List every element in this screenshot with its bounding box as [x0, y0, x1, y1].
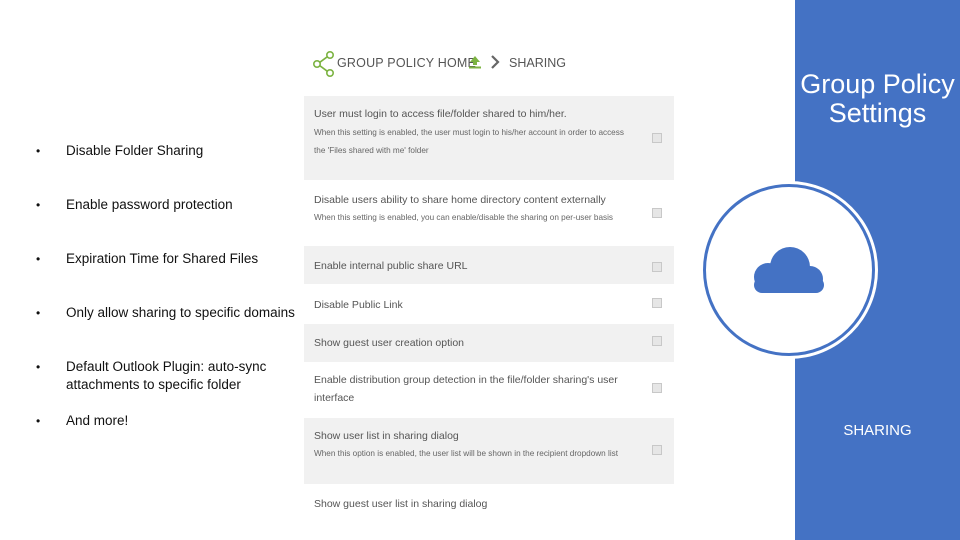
- bullet-marker: •: [36, 414, 41, 428]
- setting-row: Enable distribution group detection in t…: [304, 364, 674, 416]
- setting-description: the 'Files shared with me' folder: [314, 146, 429, 155]
- setting-title: Show user list in sharing dialog: [314, 430, 459, 442]
- setting-checkbox[interactable]: [652, 383, 662, 393]
- setting-title: Disable Public Link: [314, 299, 403, 311]
- setting-title: User must login to access file/folder sh…: [314, 108, 567, 120]
- setting-row: User must login to access file/folder sh…: [304, 96, 674, 182]
- setting-row: Show guest user creation option: [304, 324, 674, 364]
- setting-checkbox[interactable]: [652, 336, 662, 346]
- setting-row: Disable Public Link: [304, 286, 674, 324]
- upload-icon[interactable]: [468, 55, 482, 69]
- setting-checkbox[interactable]: [652, 262, 662, 272]
- section-heading: Group Policy Settings: [795, 70, 960, 128]
- cloud-badge: [703, 184, 875, 356]
- list-item-text: Only allow sharing to specific domains: [66, 305, 295, 320]
- bullet-marker: •: [36, 252, 41, 266]
- settings-screenshot: GROUP POLICY HOME SHARING User must logi…: [304, 36, 676, 540]
- setting-title: Show guest user creation option: [314, 337, 465, 349]
- setting-checkbox[interactable]: [652, 133, 662, 143]
- setting-description: When this option is enabled, the user li…: [314, 449, 619, 458]
- list-item-text: And more!: [66, 413, 129, 428]
- breadcrumb-current: SHARING: [509, 56, 566, 70]
- setting-description: When this setting is enabled, the user m…: [314, 128, 624, 137]
- share-icon: [312, 50, 335, 77]
- list-item-text: Enable password protection: [66, 197, 233, 212]
- setting-title: Enable distribution group detection in t…: [314, 374, 618, 386]
- section-label: SHARING: [843, 422, 912, 439]
- bullet-marker: •: [36, 144, 41, 158]
- section-heading-line: Group Policy: [800, 69, 955, 99]
- list-item-text: Disable Folder Sharing: [66, 143, 204, 158]
- section-heading-line: Settings: [828, 98, 927, 128]
- cloud-icon: [754, 247, 824, 293]
- setting-title: Disable users ability to share home dire…: [314, 194, 606, 206]
- setting-title: Enable internal public share URL: [314, 260, 468, 272]
- setting-checkbox[interactable]: [652, 208, 662, 218]
- chevron-right-icon: [491, 55, 500, 69]
- setting-row: Show guest user list in sharing dialog: [304, 488, 674, 530]
- bullet-marker: •: [36, 198, 41, 212]
- setting-title: Show guest user list in sharing dialog: [314, 498, 488, 510]
- setting-checkbox[interactable]: [652, 298, 662, 308]
- setting-description: When this setting is enabled, you can en…: [314, 213, 614, 222]
- setting-checkbox[interactable]: [652, 445, 662, 455]
- list-item-text: Expiration Time for Shared Files: [66, 251, 259, 266]
- feature-list: • Disable Folder Sharing • Enable passwo…: [0, 0, 300, 540]
- breadcrumb-home-link[interactable]: GROUP POLICY HOME: [337, 56, 476, 70]
- setting-row: Show user list in sharing dialog When th…: [304, 418, 674, 486]
- bullet-marker: •: [36, 306, 41, 320]
- setting-title: interface: [314, 392, 355, 404]
- list-item-text: Default Outlook Plugin: auto-sync attach…: [66, 359, 267, 392]
- setting-row: Enable internal public share URL: [304, 246, 674, 286]
- bullet-marker: •: [36, 360, 41, 374]
- breadcrumb: GROUP POLICY HOME SHARING: [310, 50, 670, 80]
- setting-row: Disable users ability to share home dire…: [304, 182, 674, 244]
